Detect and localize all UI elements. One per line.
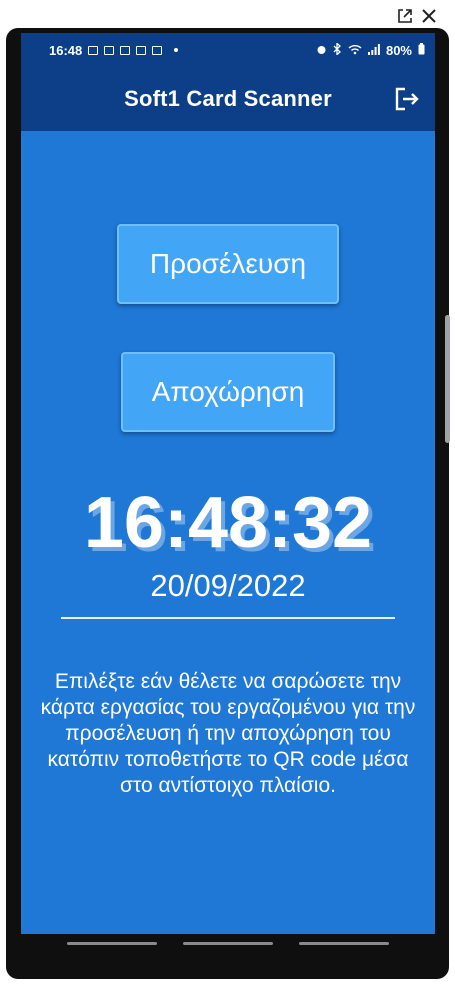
battery-icon bbox=[418, 42, 425, 58]
teams-icon bbox=[88, 45, 99, 55]
nav-home[interactable] bbox=[183, 942, 273, 945]
status-right: 80% bbox=[316, 41, 425, 58]
close-icon[interactable] bbox=[421, 8, 437, 24]
signal-icon bbox=[367, 43, 380, 58]
notification-icon bbox=[104, 45, 115, 55]
alarm-icon bbox=[316, 43, 327, 58]
bluetooth-icon bbox=[333, 41, 342, 58]
clock-time: 16:48:32 bbox=[83, 483, 373, 563]
divider bbox=[61, 617, 395, 619]
wifi-icon bbox=[348, 43, 362, 58]
arrival-button[interactable]: Προσέλευση bbox=[117, 224, 339, 304]
clock-date: 20/09/2022 bbox=[150, 568, 306, 603]
nav-back[interactable] bbox=[299, 942, 389, 945]
instructions-text: Επιλέξτε εάν θέλετε να σαρώσετε την κάρτ… bbox=[40, 670, 416, 797]
app-screen: 16:48 80% Soft1 Card Scanner Προσέλευση … bbox=[21, 33, 435, 952]
departure-button[interactable]: Αποχώρηση bbox=[121, 352, 335, 432]
status-time: 16:48 bbox=[49, 42, 83, 58]
app-title: Soft1 Card Scanner bbox=[124, 86, 332, 111]
logout-icon[interactable] bbox=[393, 85, 421, 113]
status-bar: 16:48 80% bbox=[21, 33, 435, 67]
window-controls bbox=[397, 8, 437, 24]
battery-percentage: 80% bbox=[385, 42, 412, 58]
more-notifications-dot bbox=[174, 48, 179, 52]
notification-icon bbox=[120, 45, 131, 55]
nav-recents[interactable] bbox=[67, 942, 157, 945]
navigation-bar bbox=[21, 934, 435, 952]
notification-icon bbox=[136, 45, 147, 55]
status-left: 16:48 bbox=[49, 42, 179, 58]
mail-icon bbox=[152, 45, 163, 55]
app-bar: Soft1 Card Scanner bbox=[21, 67, 435, 131]
open-external-icon[interactable] bbox=[397, 8, 413, 24]
scrollbar[interactable] bbox=[445, 315, 450, 443]
